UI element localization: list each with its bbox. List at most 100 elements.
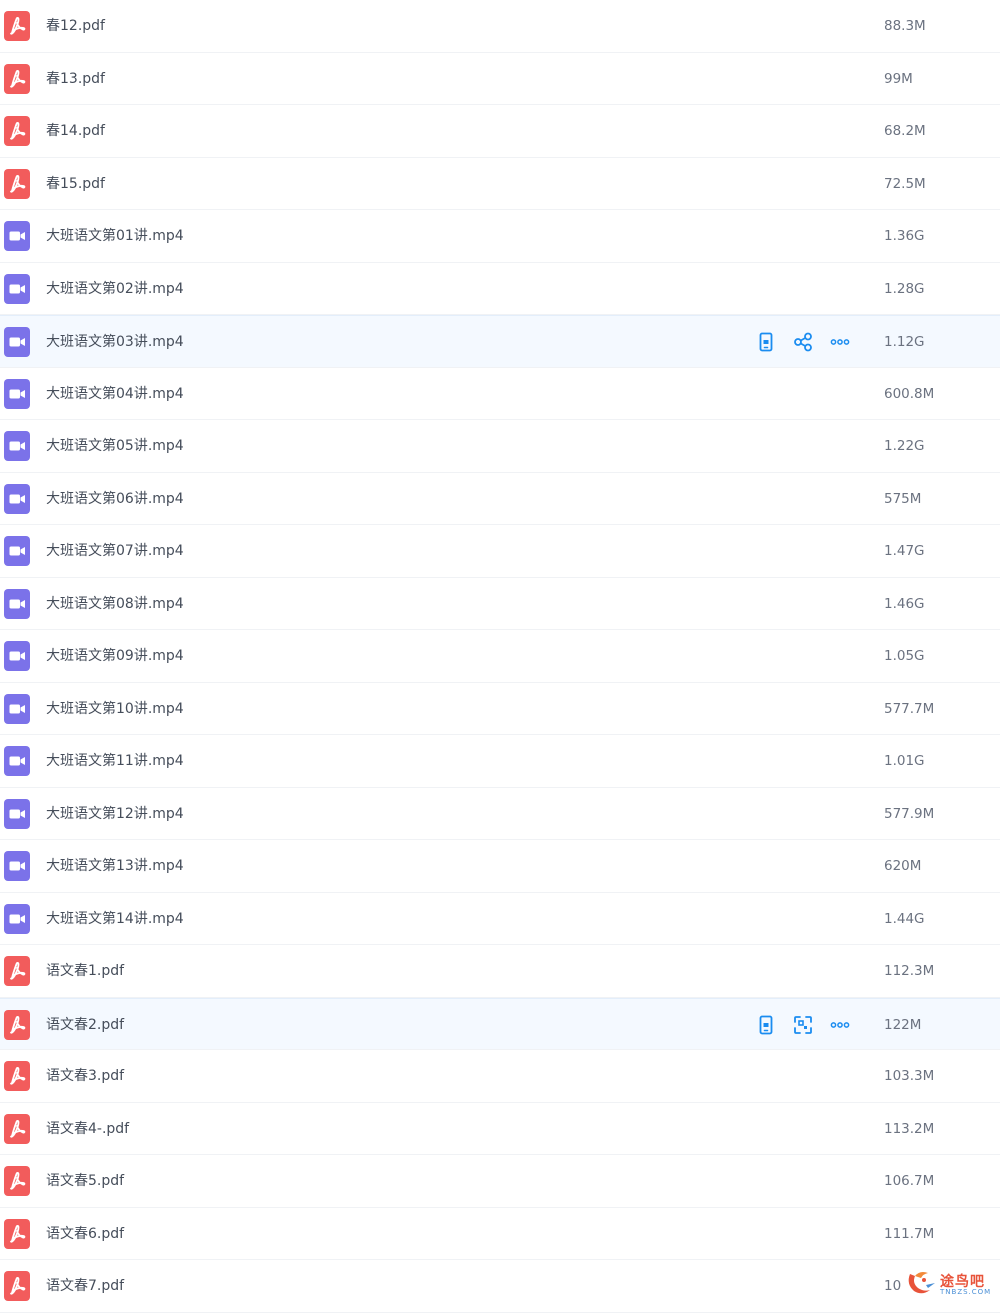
file-row[interactable]: 语文春6.pdf 111.7M xyxy=(0,1208,1000,1260)
file-row[interactable]: 语文春2.pdf 122M xyxy=(0,997,1000,1050)
file-name[interactable]: 大班语文第11讲.mp4 xyxy=(46,751,184,771)
file-size: 1.36G xyxy=(884,228,925,244)
video-file-icon xyxy=(4,536,30,566)
file-row[interactable]: 大班语文第09讲.mp4 1.05G xyxy=(0,630,1000,683)
file-row[interactable]: 大班语文第11讲.mp4 1.01G xyxy=(0,735,1000,788)
file-row[interactable]: 语文春1.pdf 112.3M xyxy=(0,945,1000,998)
pdf-file-icon xyxy=(4,1009,30,1040)
file-row[interactable]: 大班语文第04讲.mp4 600.8M xyxy=(0,368,1000,420)
video-file-icon xyxy=(4,693,30,724)
file-row[interactable]: 大班语文第08讲.mp4 1.46G xyxy=(0,578,1000,630)
file-name[interactable]: 大班语文第10讲.mp4 xyxy=(46,699,184,719)
file-name[interactable]: 语文春3.pdf xyxy=(46,1066,124,1086)
file-row[interactable]: 春13.pdf 99M xyxy=(0,53,1000,105)
video-file-icon xyxy=(4,903,30,934)
file-name[interactable]: 大班语文第12讲.mp4 xyxy=(46,804,184,824)
file-size: 600.8M xyxy=(884,385,935,402)
file-row[interactable]: 大班语文第01讲.mp4 1.36G xyxy=(0,210,1000,263)
file-size: 577.7M xyxy=(884,700,935,717)
file-size: 88.3M xyxy=(884,18,926,34)
file-name[interactable]: 大班语文第05讲.mp4 xyxy=(46,436,184,456)
file-row[interactable]: 大班语文第06讲.mp4 575M xyxy=(0,473,1000,525)
file-row[interactable]: 语文春3.pdf 103.3M xyxy=(0,1050,1000,1103)
file-name[interactable]: 大班语文第04讲.mp4 xyxy=(46,384,184,404)
pdf-file-icon xyxy=(4,116,30,146)
file-name[interactable]: 大班语文第08讲.mp4 xyxy=(46,594,184,614)
file-size: 106.7M xyxy=(884,1173,935,1189)
more-button[interactable] xyxy=(828,1013,852,1037)
video-file-icon xyxy=(4,431,30,461)
file-name[interactable]: 语文春6.pdf xyxy=(46,1224,124,1244)
file-row[interactable]: 大班语文第07讲.mp4 1.47G xyxy=(0,525,1000,578)
file-row[interactable]: 春15.pdf 72.5M xyxy=(0,158,1000,210)
more-button[interactable] xyxy=(828,330,852,354)
file-size: 99M xyxy=(884,70,913,87)
file-size: 1.44G xyxy=(884,910,925,927)
file-name[interactable]: 大班语文第14讲.mp4 xyxy=(46,909,184,929)
file-size: 72.5M xyxy=(884,175,926,192)
video-file-icon xyxy=(4,851,30,881)
file-name[interactable]: 语文春1.pdf xyxy=(46,961,124,981)
file-name[interactable]: 春14.pdf xyxy=(46,121,105,141)
pdf-file-icon xyxy=(4,1113,30,1144)
file-size: 1.12G xyxy=(884,334,925,350)
pdf-file-icon xyxy=(4,168,30,199)
scan-button[interactable] xyxy=(791,1013,815,1037)
file-size: 620M xyxy=(884,858,922,874)
file-row[interactable]: 春12.pdf 88.3M xyxy=(0,0,1000,53)
video-file-icon xyxy=(4,483,30,514)
file-name[interactable]: 春15.pdf xyxy=(46,174,105,194)
file-list: 春12.pdf 88.3M 春13.pdf 99M 春14.pdf 68.2M 春15.pd… xyxy=(0,0,1000,1313)
file-row[interactable]: 语文春4-.pdf 113.2M xyxy=(0,1103,1000,1155)
file-row[interactable]: 大班语文第02讲.mp4 1.28G xyxy=(0,263,1000,315)
file-size: 103.3M xyxy=(884,1068,935,1084)
file-name[interactable]: 大班语文第02讲.mp4 xyxy=(46,279,184,299)
file-name[interactable]: 大班语文第06讲.mp4 xyxy=(46,489,184,509)
watermark-logo: 途鸟吧 TNBZS.COM xyxy=(904,1268,996,1298)
file-size: 1.05G xyxy=(884,648,925,664)
file-name[interactable]: 语文春7.pdf xyxy=(46,1276,124,1296)
file-size: 1.28G xyxy=(884,280,925,297)
file-row[interactable]: 大班语文第13讲.mp4 620M xyxy=(0,840,1000,893)
send-to-phone-button[interactable] xyxy=(754,330,778,354)
file-size: 575M xyxy=(884,490,922,507)
file-name[interactable]: 春13.pdf xyxy=(46,69,105,89)
file-name[interactable]: 大班语文第01讲.mp4 xyxy=(46,226,184,246)
file-row[interactable]: 大班语文第05讲.mp4 1.22G xyxy=(0,420,1000,473)
pdf-file-icon xyxy=(4,1271,30,1301)
video-file-icon xyxy=(4,273,30,304)
file-name[interactable]: 语文春5.pdf xyxy=(46,1171,124,1191)
file-row[interactable]: 大班语文第03讲.mp4 1.12G xyxy=(0,315,1000,368)
video-file-icon xyxy=(4,746,30,776)
file-row[interactable]: 语文春5.pdf 106.7M xyxy=(0,1155,1000,1208)
file-name[interactable]: 大班语文第03讲.mp4 xyxy=(46,332,184,352)
more-dots-icon xyxy=(829,1014,851,1036)
file-size: 111.7M xyxy=(884,1225,935,1242)
row-actions xyxy=(754,330,852,354)
file-size: 1.22G xyxy=(884,438,925,454)
row-actions xyxy=(754,1013,852,1037)
bird-logo-icon xyxy=(908,1272,935,1294)
file-name[interactable]: 大班语文第07讲.mp4 xyxy=(46,541,184,561)
file-name[interactable]: 语文春4-.pdf xyxy=(46,1119,129,1139)
file-name[interactable]: 大班语文第09讲.mp4 xyxy=(46,646,184,666)
file-size: 1.46G xyxy=(884,595,925,612)
video-file-icon xyxy=(4,588,30,619)
file-row[interactable]: 大班语文第12讲.mp4 577.9M xyxy=(0,788,1000,840)
file-size: 68.2M xyxy=(884,123,926,139)
send-to-phone-button[interactable] xyxy=(754,1013,778,1037)
file-row[interactable]: 大班语文第10讲.mp4 577.7M xyxy=(0,683,1000,735)
file-row[interactable]: 大班语文第14讲.mp4 1.44G xyxy=(0,893,1000,945)
video-file-icon xyxy=(4,327,30,357)
file-name[interactable]: 大班语文第13讲.mp4 xyxy=(46,856,184,876)
file-row[interactable]: 语文春7.pdf 10 xyxy=(0,1260,1000,1313)
scan-icon xyxy=(792,1014,814,1036)
file-name[interactable]: 语文春2.pdf xyxy=(46,1015,124,1035)
more-dots-icon xyxy=(829,331,851,353)
video-file-icon xyxy=(4,798,30,829)
file-row[interactable]: 春14.pdf 68.2M xyxy=(0,105,1000,158)
file-name[interactable]: 春12.pdf xyxy=(46,16,105,36)
pdf-file-icon xyxy=(4,1061,30,1091)
share-button[interactable] xyxy=(791,330,815,354)
share-icon xyxy=(792,331,814,353)
